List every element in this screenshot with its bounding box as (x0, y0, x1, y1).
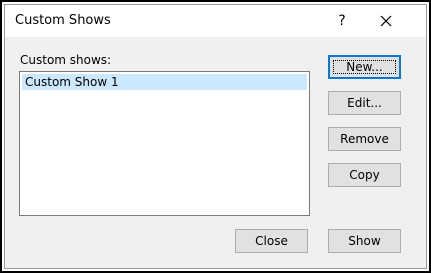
help-icon[interactable]: ? (330, 10, 354, 32)
close-button[interactable]: Close (235, 229, 308, 253)
dialog-title: Custom Shows (15, 13, 111, 28)
show-button[interactable]: Show (328, 229, 401, 253)
close-button-label: Close (255, 234, 288, 248)
remove-button-label: Remove (340, 132, 389, 146)
edit-button-label: Edit... (347, 96, 382, 110)
remove-button[interactable]: Remove (328, 127, 401, 151)
custom-shows-listbox[interactable]: Custom Show 1 (19, 71, 310, 216)
close-icon[interactable] (371, 10, 401, 32)
new-button-label: New... (346, 60, 383, 74)
edit-button[interactable]: Edit... (328, 91, 401, 115)
custom-shows-dialog: Custom Shows ? Custom shows: Custom Show… (4, 4, 427, 269)
list-item[interactable]: Custom Show 1 (22, 74, 307, 90)
copy-button[interactable]: Copy (328, 163, 401, 187)
copy-button-label: Copy (349, 168, 380, 182)
new-button[interactable]: New... (328, 55, 401, 79)
dialog-outer-frame: Custom Shows ? Custom shows: Custom Show… (0, 0, 431, 273)
show-button-label: Show (348, 234, 381, 248)
title-bar[interactable]: Custom Shows ? (5, 5, 426, 37)
custom-shows-label: Custom shows: (20, 53, 112, 67)
